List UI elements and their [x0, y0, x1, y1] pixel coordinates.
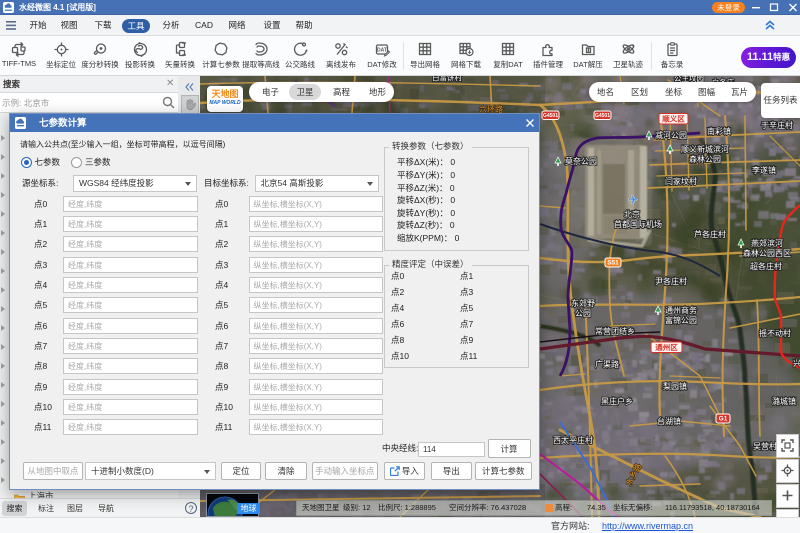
- svg-text:S51: S51: [607, 260, 619, 267]
- svg-text:公园: 公园: [575, 309, 591, 318]
- svg-text:闫家坟村: 闫家坟村: [665, 176, 697, 186]
- svg-text:潞城镇: 潞城镇: [772, 396, 796, 406]
- svg-text:✈: ✈: [628, 193, 638, 207]
- svg-text:台湖镇: 台湖镇: [657, 416, 681, 426]
- svg-text:白富饼村: 白富饼村: [432, 76, 462, 82]
- svg-text:森林公园: 森林公园: [689, 154, 721, 164]
- svg-text:首都国际机场: 首都国际机场: [614, 219, 662, 229]
- svg-text:梨园镇: 梨园镇: [663, 381, 687, 391]
- svg-text:燕郊滨河: 燕郊滨河: [751, 238, 783, 248]
- svg-text:李遂镇: 李遂镇: [752, 165, 776, 175]
- svg-text:摇不动村: 摇不动村: [759, 328, 791, 338]
- svg-text:兴: 兴: [793, 359, 800, 368]
- svg-text:超各庄村: 超各庄村: [750, 261, 782, 271]
- svg-text:G4501: G4501: [595, 113, 610, 119]
- svg-text:芦各庄村: 芦各庄村: [694, 229, 726, 239]
- svg-text:减河公园: 减河公园: [655, 130, 687, 140]
- svg-text:莫奈公园: 莫奈公园: [565, 156, 597, 166]
- svg-text:G1: G1: [719, 416, 728, 423]
- svg-text:北京: 北京: [624, 209, 640, 219]
- svg-text:南彩镇: 南彩镇: [707, 126, 731, 136]
- svg-text:顺义新城滨河: 顺义新城滨河: [681, 144, 729, 154]
- svg-text:森林公园西区: 森林公园西区: [743, 248, 791, 258]
- svg-text:广渠路: 广渠路: [595, 359, 619, 369]
- svg-text:常营团结乡: 常营团结乡: [595, 326, 635, 336]
- svg-text:东郊野: 东郊野: [571, 298, 595, 308]
- svg-text:G4501: G4501: [543, 113, 558, 119]
- svg-text:西太平庄村: 西太平庄村: [553, 435, 593, 445]
- svg-text:于辛庄村: 于辛庄村: [761, 120, 793, 130]
- svg-text:通州商务: 通州商务: [665, 305, 697, 315]
- svg-text:尹各庄村: 尹各庄村: [655, 276, 687, 286]
- svg-text:顺义区: 顺义区: [662, 114, 685, 124]
- svg-text:黑庄户乡: 黑庄户乡: [601, 396, 633, 406]
- svg-text:通州区: 通州区: [655, 342, 678, 352]
- svg-text:DAT: DAT: [377, 48, 387, 54]
- svg-text:吴营村: 吴营村: [753, 441, 777, 451]
- svg-text:富锦公园: 富锦公园: [665, 315, 697, 325]
